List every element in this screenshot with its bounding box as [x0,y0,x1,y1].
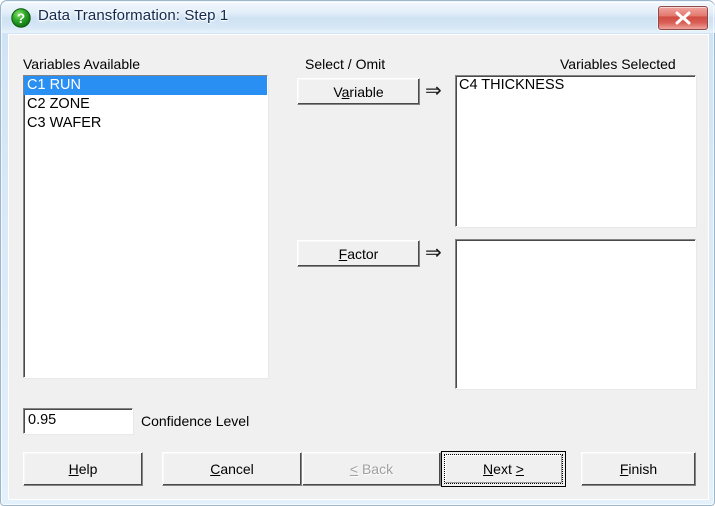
cancel-button[interactable]: Cancel [162,452,302,486]
variables-selected-label: Variables Selected [560,56,676,72]
confidence-level-input[interactable]: 0.95 [23,408,133,434]
help-button[interactable]: Help [23,452,143,486]
dialog-client-area: Variables Available C1 RUN C2 ZONE C3 WA… [8,34,709,500]
variables-selected-listbox[interactable]: C4 THICKNESS [455,75,696,227]
help-button-label: Help [68,461,98,477]
variable-button[interactable]: Variable [297,78,420,105]
factors-selected-listbox[interactable] [455,239,696,389]
back-button-label: < Back [349,461,394,477]
list-item[interactable]: C4 THICKNESS [456,76,695,95]
confidence-level-label: Confidence Level [141,413,250,429]
window-title: Data Transformation: Step 1 [38,7,229,24]
variable-button-label: Variable [333,83,384,100]
list-item[interactable]: C1 RUN [24,76,267,95]
finish-button[interactable]: Finish [581,452,696,486]
dialog-window: ? Data Transformation: Step 1 Variables … [0,0,715,506]
close-button[interactable] [658,6,708,30]
svg-text:?: ? [17,11,25,26]
select-omit-label: Select / Omit [305,56,386,72]
factor-transfer-arrow-icon: ⇒ [425,242,442,264]
close-icon [675,11,691,25]
next-button-label: Next > [483,461,524,477]
list-item[interactable]: C3 WAFER [24,114,267,133]
factor-button-label: Factor [338,245,379,262]
confidence-level-value: 0.95 [28,412,57,428]
green-question-sphere-icon: ? [11,8,31,28]
factor-button[interactable]: Factor [297,240,420,267]
finish-button-label: Finish [619,461,658,477]
list-item[interactable]: C2 ZONE [24,95,267,114]
variable-transfer-arrow-icon: ⇒ [425,80,442,102]
back-button: < Back [302,452,441,486]
cancel-button-label: Cancel [210,461,254,477]
title-bar[interactable]: ? Data Transformation: Step 1 [2,2,715,33]
variables-available-label: Variables Available [23,56,141,72]
next-button[interactable]: Next > [441,451,566,487]
next-button-inner: Next > [444,454,563,484]
variables-available-listbox[interactable]: C1 RUN C2 ZONE C3 WAFER [23,75,268,378]
